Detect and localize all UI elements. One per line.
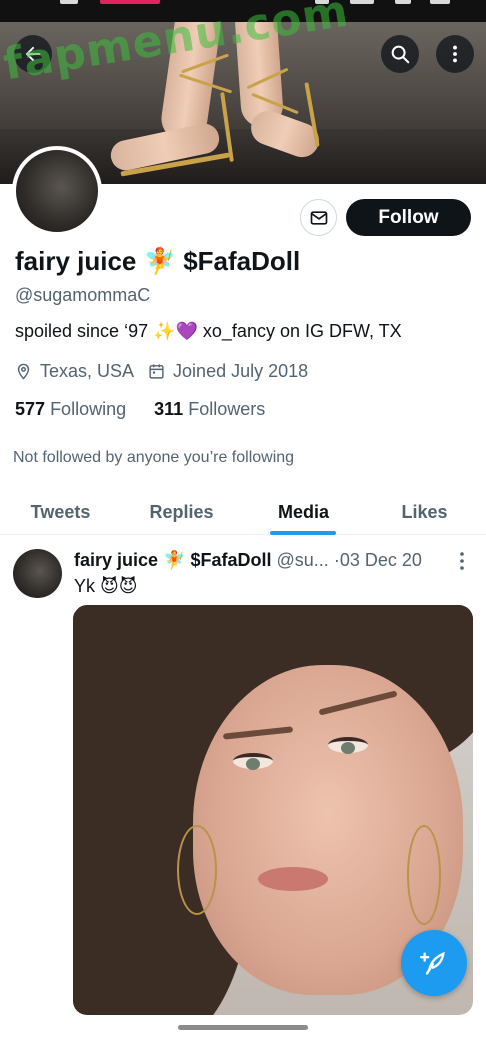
following-link[interactable]: 577 Following: [15, 399, 131, 419]
media-earring: [177, 825, 217, 915]
tweet-date[interactable]: 03 Dec 20: [340, 550, 422, 570]
calendar-icon: [149, 364, 164, 379]
status-indicator: [350, 0, 374, 4]
status-indicator: [430, 0, 450, 4]
status-indicator: [315, 0, 329, 4]
tab-tweets[interactable]: Tweets: [0, 490, 121, 535]
profile-meta: Texas, USA Joined July 2018: [15, 361, 308, 382]
followers-count: 311: [154, 399, 184, 419]
location-pin-icon: [17, 363, 30, 380]
media-earring: [407, 825, 441, 925]
profile-name: fairy juice 🧚 $FafaDoll: [15, 246, 301, 276]
followers-label: Followers: [188, 399, 266, 419]
search-button[interactable]: [381, 35, 419, 73]
following-count: 577: [15, 399, 46, 419]
profile-tabs: Tweets Replies Media Likes: [0, 490, 486, 535]
tab-replies[interactable]: Replies: [121, 490, 242, 535]
media-eye: [233, 753, 273, 770]
more-button[interactable]: [436, 35, 474, 73]
compose-feather-icon: [420, 951, 445, 975]
status-indicator: [100, 0, 160, 4]
followers-link[interactable]: 311 Followers: [154, 399, 265, 419]
status-bar: [0, 0, 486, 22]
profile-avatar[interactable]: [12, 146, 102, 236]
arrow-left-icon: [25, 46, 41, 62]
search-icon: [391, 45, 410, 64]
active-tab-indicator: [270, 531, 336, 535]
status-indicator: [395, 0, 411, 4]
tweet-author-avatar[interactable]: [13, 549, 62, 598]
following-label: Following: [50, 399, 127, 419]
back-button[interactable]: [14, 35, 52, 73]
profile-bio: spoiled since ‘97 ✨💜 xo_fancy on IG DFW,…: [15, 321, 402, 341]
message-button[interactable]: [300, 199, 337, 236]
tab-likes[interactable]: Likes: [364, 490, 485, 535]
tweet-header: fairy juice 🧚 $FafaDoll @su... ·03 Dec 2…: [74, 550, 422, 571]
tweet-author-name[interactable]: fairy juice 🧚 $FafaDoll: [74, 550, 271, 570]
tweet-text: Yk 😈😈: [74, 576, 138, 596]
compose-button[interactable]: [401, 930, 467, 996]
tab-media[interactable]: Media: [243, 490, 364, 535]
status-indicator: [60, 0, 78, 4]
tweet-more-icon[interactable]: [455, 551, 469, 571]
follow-button[interactable]: Follow: [346, 199, 471, 236]
not-followed-note: Not followed by anyone you’re following: [13, 449, 295, 466]
more-vertical-icon: [453, 45, 457, 63]
profile-joined: Joined July 2018: [173, 361, 309, 381]
media-lips: [258, 867, 328, 891]
envelope-icon: [310, 210, 327, 225]
media-eye: [328, 737, 368, 754]
profile-handle: @sugamommaC: [15, 285, 151, 305]
follow-counts: 577 Following 311 Followers: [15, 399, 265, 420]
profile-location: Texas, USA: [40, 361, 135, 381]
home-indicator[interactable]: [178, 1025, 308, 1030]
tweet-author-handle[interactable]: @su...: [277, 550, 329, 570]
